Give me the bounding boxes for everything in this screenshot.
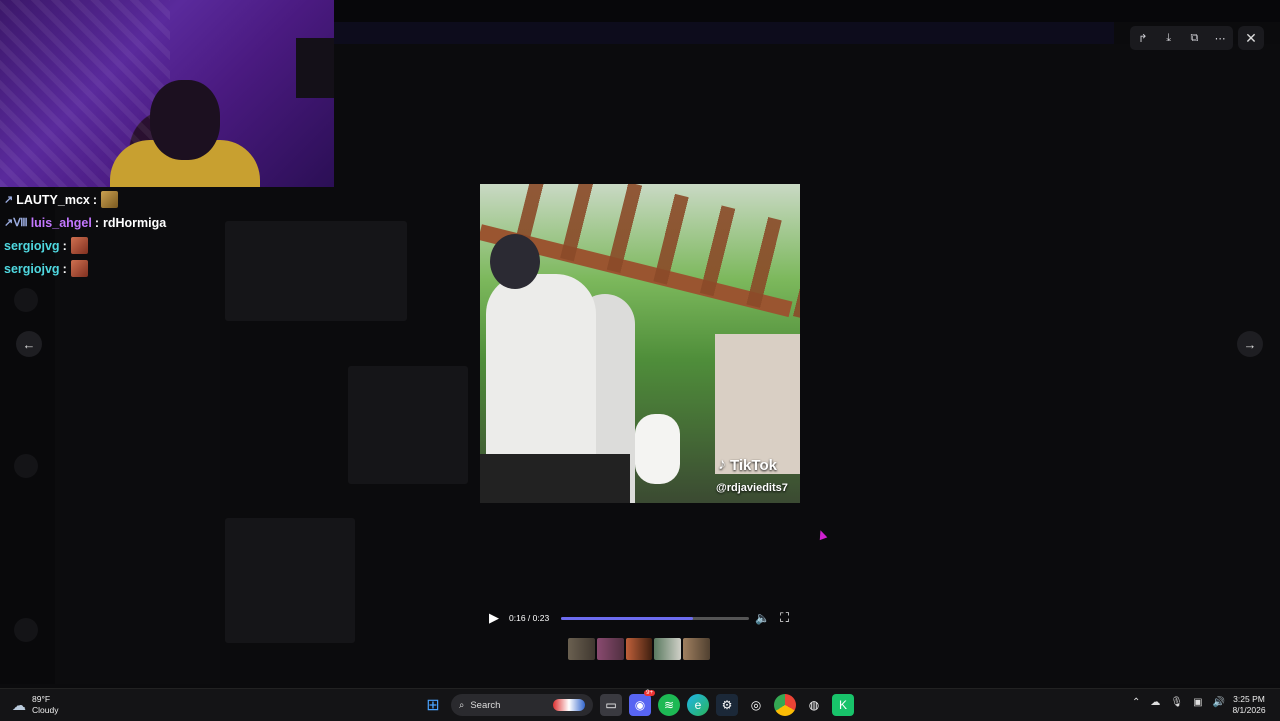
close-icon[interactable]: ✕ bbox=[1238, 26, 1264, 50]
video-player[interactable]: ♪ TikTok @rdjaviedits7 bbox=[480, 184, 800, 503]
webcam-overlay bbox=[0, 0, 334, 187]
chat-separator: : bbox=[62, 261, 67, 276]
video-scene bbox=[490, 234, 540, 289]
message-attachment bbox=[225, 518, 355, 643]
chat-username: LAUTY_mcx bbox=[16, 192, 90, 207]
network-icon[interactable]: ▣ bbox=[1193, 697, 1202, 708]
video-thumbnail[interactable] bbox=[568, 638, 595, 660]
webcam-shelf bbox=[296, 38, 334, 98]
chat-username: sergiojvg bbox=[4, 238, 60, 253]
clock-time: 3:25 PM bbox=[1233, 694, 1265, 704]
system-tray: ⌃ ☁ 🎙 ▣ 🔊 bbox=[1132, 697, 1225, 708]
chat-username: sergiojvg bbox=[4, 261, 60, 276]
member-list bbox=[1100, 44, 1280, 684]
search-icon: ⌕ bbox=[459, 699, 465, 711]
forward-icon[interactable]: ↱ bbox=[1134, 29, 1152, 47]
capture-icon[interactable]: ◎ bbox=[745, 694, 767, 716]
speaker-icon[interactable]: 🔊 bbox=[1213, 697, 1225, 708]
kick-icon[interactable]: K bbox=[832, 694, 854, 716]
microphone-icon[interactable]: 🎙 bbox=[1170, 697, 1183, 708]
search-label: Search bbox=[470, 699, 501, 711]
video-thumbnail[interactable] bbox=[654, 638, 682, 660]
emote-icon bbox=[70, 260, 88, 277]
message-attachment bbox=[348, 366, 468, 484]
onedrive-icon[interactable]: ☁ bbox=[1150, 697, 1160, 708]
taskbar-apps: ⊞ ⌕ Search ▭ ◉ 9+ ≋ e ⚙ ◎ ◍ K bbox=[422, 690, 854, 718]
chat-message: sergiojvg : bbox=[4, 257, 166, 280]
taskbar: ☁ 89°F Cloudy ⊞ ⌕ Search ▭ ◉ 9+ ≋ e ⚙ ◎ ◍… bbox=[0, 688, 1280, 721]
taskbar-search[interactable]: ⌕ Search bbox=[451, 694, 593, 716]
task-view-icon[interactable]: ▭ bbox=[600, 694, 622, 716]
search-highlight-icon bbox=[553, 699, 585, 711]
progress-bar[interactable] bbox=[561, 616, 749, 620]
tiktok-watermark: ♪ TikTok bbox=[718, 456, 777, 474]
message-attachment bbox=[225, 221, 407, 321]
tiktok-handle: @rdjaviedits7 bbox=[716, 482, 788, 494]
chat-separator: : bbox=[94, 215, 100, 230]
chrome-icon[interactable] bbox=[774, 694, 796, 716]
video-thumbnail[interactable] bbox=[683, 638, 710, 660]
progress-fill bbox=[561, 616, 693, 620]
tiktok-icon: ♪ bbox=[718, 456, 726, 473]
download-icon[interactable]: ⤓ bbox=[1160, 29, 1178, 47]
viewer-actions: ↱ ⤓ ⧉ ⋯ bbox=[1130, 26, 1233, 50]
clock[interactable]: 3:25 PM 8/1/2026 bbox=[1226, 694, 1272, 716]
video-scene bbox=[635, 414, 680, 484]
spotify-icon[interactable]: ≋ bbox=[658, 694, 680, 716]
chat-badge-icon: ↗Ⅷ bbox=[4, 217, 28, 229]
more-icon[interactable]: ⋯ bbox=[1211, 29, 1229, 47]
chat-text: rdHormiga bbox=[103, 215, 167, 230]
emote-icon bbox=[101, 191, 119, 208]
arrow-right-icon[interactable]: → bbox=[1237, 331, 1263, 357]
video-controls: ▶ 0:16 / 0:23 🔈 ⛶ bbox=[480, 606, 800, 630]
chat-message: ↗Ⅷ luis_ahgel : rdHormiga bbox=[4, 211, 166, 234]
video-thumbnail-strip bbox=[568, 638, 710, 664]
notice-banner bbox=[334, 22, 1114, 44]
arrow-left-icon[interactable]: ← bbox=[16, 331, 42, 357]
chat-message: ↗ LAUTY_mcx : bbox=[4, 188, 166, 211]
server-icon bbox=[14, 288, 38, 312]
video-thumbnail[interactable] bbox=[625, 638, 653, 660]
windows-start-icon[interactable]: ⊞ bbox=[422, 694, 444, 716]
chat-badge-icon: ↗ bbox=[4, 194, 14, 206]
edge-icon[interactable]: e bbox=[687, 694, 709, 716]
emote-icon bbox=[70, 237, 88, 254]
video-scene bbox=[480, 454, 630, 503]
recorder-icon[interactable]: ◍ bbox=[803, 694, 825, 716]
time-display: 0:16 / 0:23 bbox=[509, 613, 550, 623]
notification-badge: 9+ bbox=[644, 690, 655, 696]
server-icon bbox=[14, 454, 38, 478]
weather-text: 89°F Cloudy bbox=[32, 694, 58, 716]
cloud-icon: ☁ bbox=[12, 696, 26, 713]
chat-separator: : bbox=[62, 238, 67, 253]
weather-widget[interactable]: ☁ 89°F Cloudy bbox=[12, 694, 58, 716]
play-icon[interactable]: ▶ bbox=[484, 608, 504, 628]
video-scene bbox=[715, 334, 800, 474]
temperature: 89°F bbox=[32, 694, 51, 704]
chat-username: luis_ahgel bbox=[30, 215, 92, 230]
chat-separator: : bbox=[92, 192, 98, 207]
video-thumbnail[interactable] bbox=[596, 638, 624, 660]
clock-date: 8/1/2026 bbox=[1232, 705, 1266, 715]
fullscreen-icon[interactable]: ⛶ bbox=[780, 610, 789, 626]
chat-message: sergiojvg : bbox=[4, 234, 166, 257]
steam-icon[interactable]: ⚙ bbox=[716, 694, 738, 716]
open-external-icon[interactable]: ⧉ bbox=[1185, 29, 1203, 47]
server-icon bbox=[14, 618, 38, 642]
discord-icon[interactable]: ◉ 9+ bbox=[629, 690, 655, 716]
stream-chat: ↗ LAUTY_mcx : ↗Ⅷ luis_ahgel : rdHormiga … bbox=[4, 188, 166, 280]
weather-condition: Cloudy bbox=[32, 705, 59, 715]
chevron-up-icon[interactable]: ⌃ bbox=[1132, 697, 1140, 708]
watermark-text: TikTok bbox=[730, 456, 777, 474]
streamer-head bbox=[150, 80, 220, 160]
volume-icon[interactable]: 🔈 bbox=[755, 611, 770, 625]
